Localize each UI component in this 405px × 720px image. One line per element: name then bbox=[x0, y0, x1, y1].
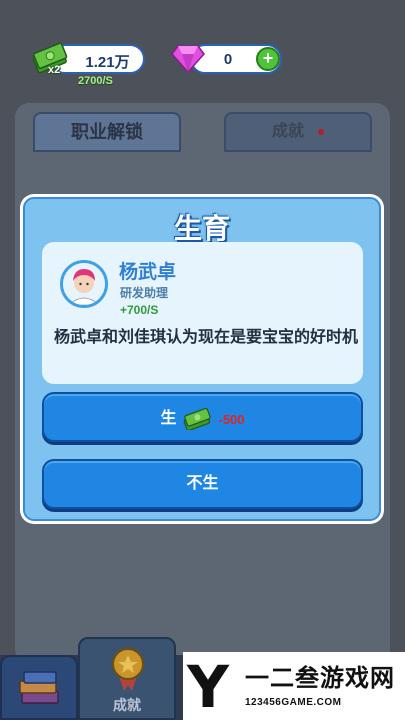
medal-icon bbox=[112, 648, 144, 691]
cash-icon bbox=[184, 408, 212, 430]
cash-value: 1.21万 bbox=[85, 54, 130, 71]
plus-icon: + bbox=[262, 48, 274, 68]
avatar-icon bbox=[63, 263, 105, 305]
no-baby-label: 不生 bbox=[186, 475, 219, 492]
no-baby-button[interactable]: 不生 bbox=[42, 459, 363, 509]
cash-multiplier: x2 bbox=[48, 64, 61, 76]
dialog-message: 杨武卓和刘佳琪认为现在是要宝宝的好时机 bbox=[54, 329, 359, 346]
person-job-title: 研发助理 bbox=[120, 286, 169, 300]
cash-rate: 2700/S bbox=[78, 75, 113, 87]
add-gems-button[interactable]: + bbox=[256, 47, 280, 71]
watermark-name: 一二叁游戏网 bbox=[245, 665, 395, 692]
books-icon bbox=[19, 671, 59, 704]
nav-achievements-label: 成就 bbox=[113, 697, 141, 713]
tab-achievements-label: 成就 bbox=[271, 123, 304, 140]
nav-achievements-button[interactable]: 成就 bbox=[78, 637, 176, 720]
watermark: Y 一二叁游戏网 123456GAME.COM bbox=[183, 652, 405, 720]
notification-dot bbox=[318, 128, 324, 135]
have-baby-button[interactable]: 生 -500 bbox=[42, 392, 363, 442]
avatar bbox=[60, 260, 108, 308]
watermark-url: 123456GAME.COM bbox=[245, 697, 342, 708]
tab-job-unlock-label: 职业解锁 bbox=[71, 122, 143, 142]
watermark-logo: Y bbox=[187, 653, 229, 720]
person-name: 杨武卓 bbox=[119, 262, 177, 283]
have-baby-label: 生 bbox=[160, 410, 177, 427]
have-baby-button-content: 生 -500 bbox=[44, 406, 361, 432]
dialog-title: 生育 bbox=[173, 213, 230, 244]
tab-achievements[interactable]: 成就 bbox=[224, 112, 372, 152]
person-income-rate: +700/S bbox=[120, 303, 159, 317]
nav-books-button[interactable] bbox=[0, 655, 78, 720]
tab-job-unlock[interactable]: 职业解锁 bbox=[33, 112, 181, 152]
have-baby-cost: -500 bbox=[218, 411, 245, 427]
gem-icon bbox=[171, 45, 205, 74]
